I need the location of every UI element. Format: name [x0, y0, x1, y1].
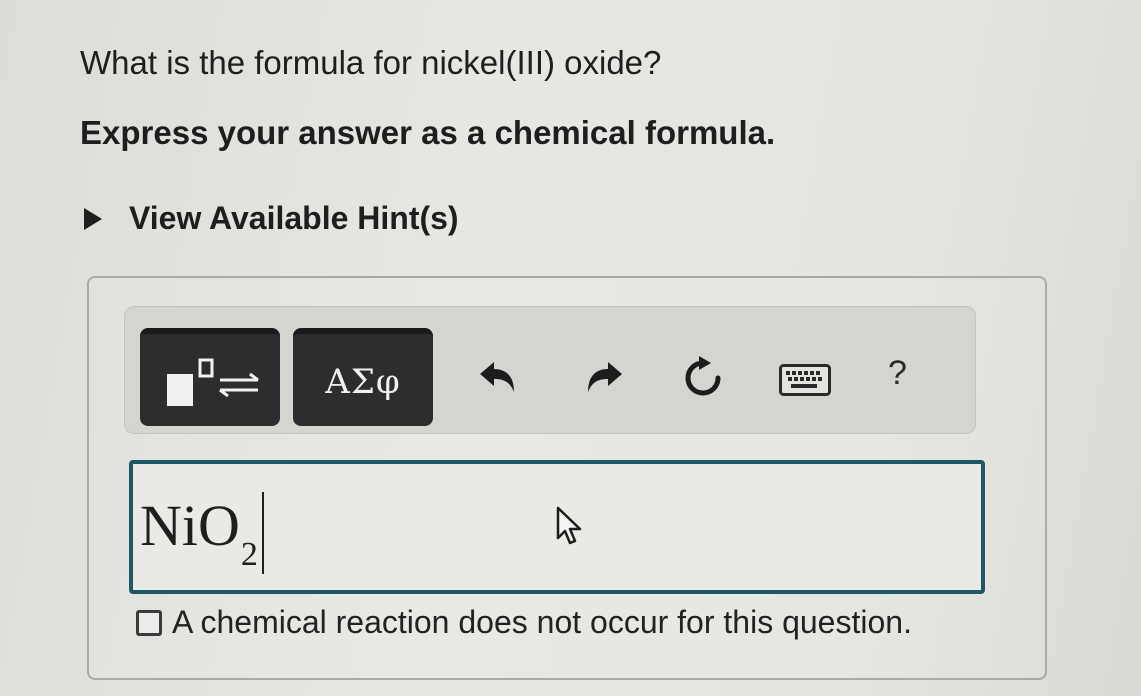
undo-icon[interactable]	[476, 358, 518, 398]
answer-formula[interactable]: NiO 2	[140, 492, 264, 574]
no-reaction-checkbox[interactable]	[136, 609, 162, 636]
formula-subscript: 2	[240, 536, 258, 573]
mouse-pointer-icon	[556, 506, 582, 545]
view-hints-toggle[interactable]: View Available Hint(s)	[84, 200, 459, 237]
reset-icon[interactable]	[681, 354, 725, 400]
greek-symbols-button[interactable]: ΑΣφ	[293, 328, 433, 426]
formula-main: NiO	[140, 493, 240, 558]
templates-button[interactable]	[140, 328, 280, 426]
view-hints-label: View Available Hint(s)	[129, 200, 459, 236]
no-reaction-option[interactable]: A chemical reaction does not occur for t…	[136, 604, 912, 641]
answer-instruction: Express your answer as a chemical formul…	[80, 114, 776, 151]
text-caret	[261, 492, 264, 574]
question-text: What is the formula for nickel(III) oxid…	[80, 44, 662, 81]
help-button[interactable]: ?	[888, 354, 907, 393]
no-reaction-label: A chemical reaction does not occur for t…	[172, 604, 912, 640]
greek-symbols-label: ΑΣφ	[325, 362, 401, 402]
keyboard-icon[interactable]	[779, 364, 831, 396]
templates-icon	[167, 358, 259, 406]
page: What is the formula for nickel(III) oxid…	[0, 0, 1141, 696]
redo-icon[interactable]	[584, 358, 626, 398]
triangle-right-icon	[84, 207, 102, 230]
